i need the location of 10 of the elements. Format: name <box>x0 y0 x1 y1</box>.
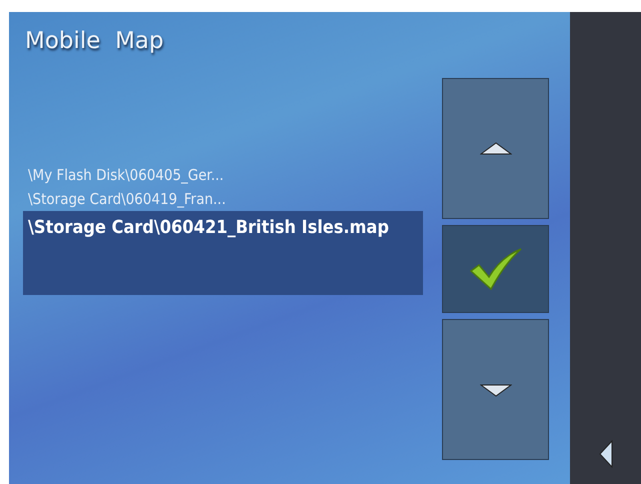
file-list-item[interactable]: \Storage Card\060421_British Isles.map <box>23 211 423 295</box>
file-list-item[interactable]: \My Flash Disk\060405_Ger... <box>23 163 433 187</box>
confirm-button[interactable] <box>442 225 549 313</box>
app-title: Mobile Map <box>24 27 165 56</box>
checkmark-icon <box>468 247 522 291</box>
file-list-item[interactable]: \Storage Card\060419_Fran... <box>23 187 433 211</box>
collapse-button[interactable] <box>598 440 612 468</box>
up-triangle-icon <box>480 142 512 156</box>
left-triangle-icon <box>598 440 612 468</box>
down-triangle-icon <box>480 382 512 396</box>
